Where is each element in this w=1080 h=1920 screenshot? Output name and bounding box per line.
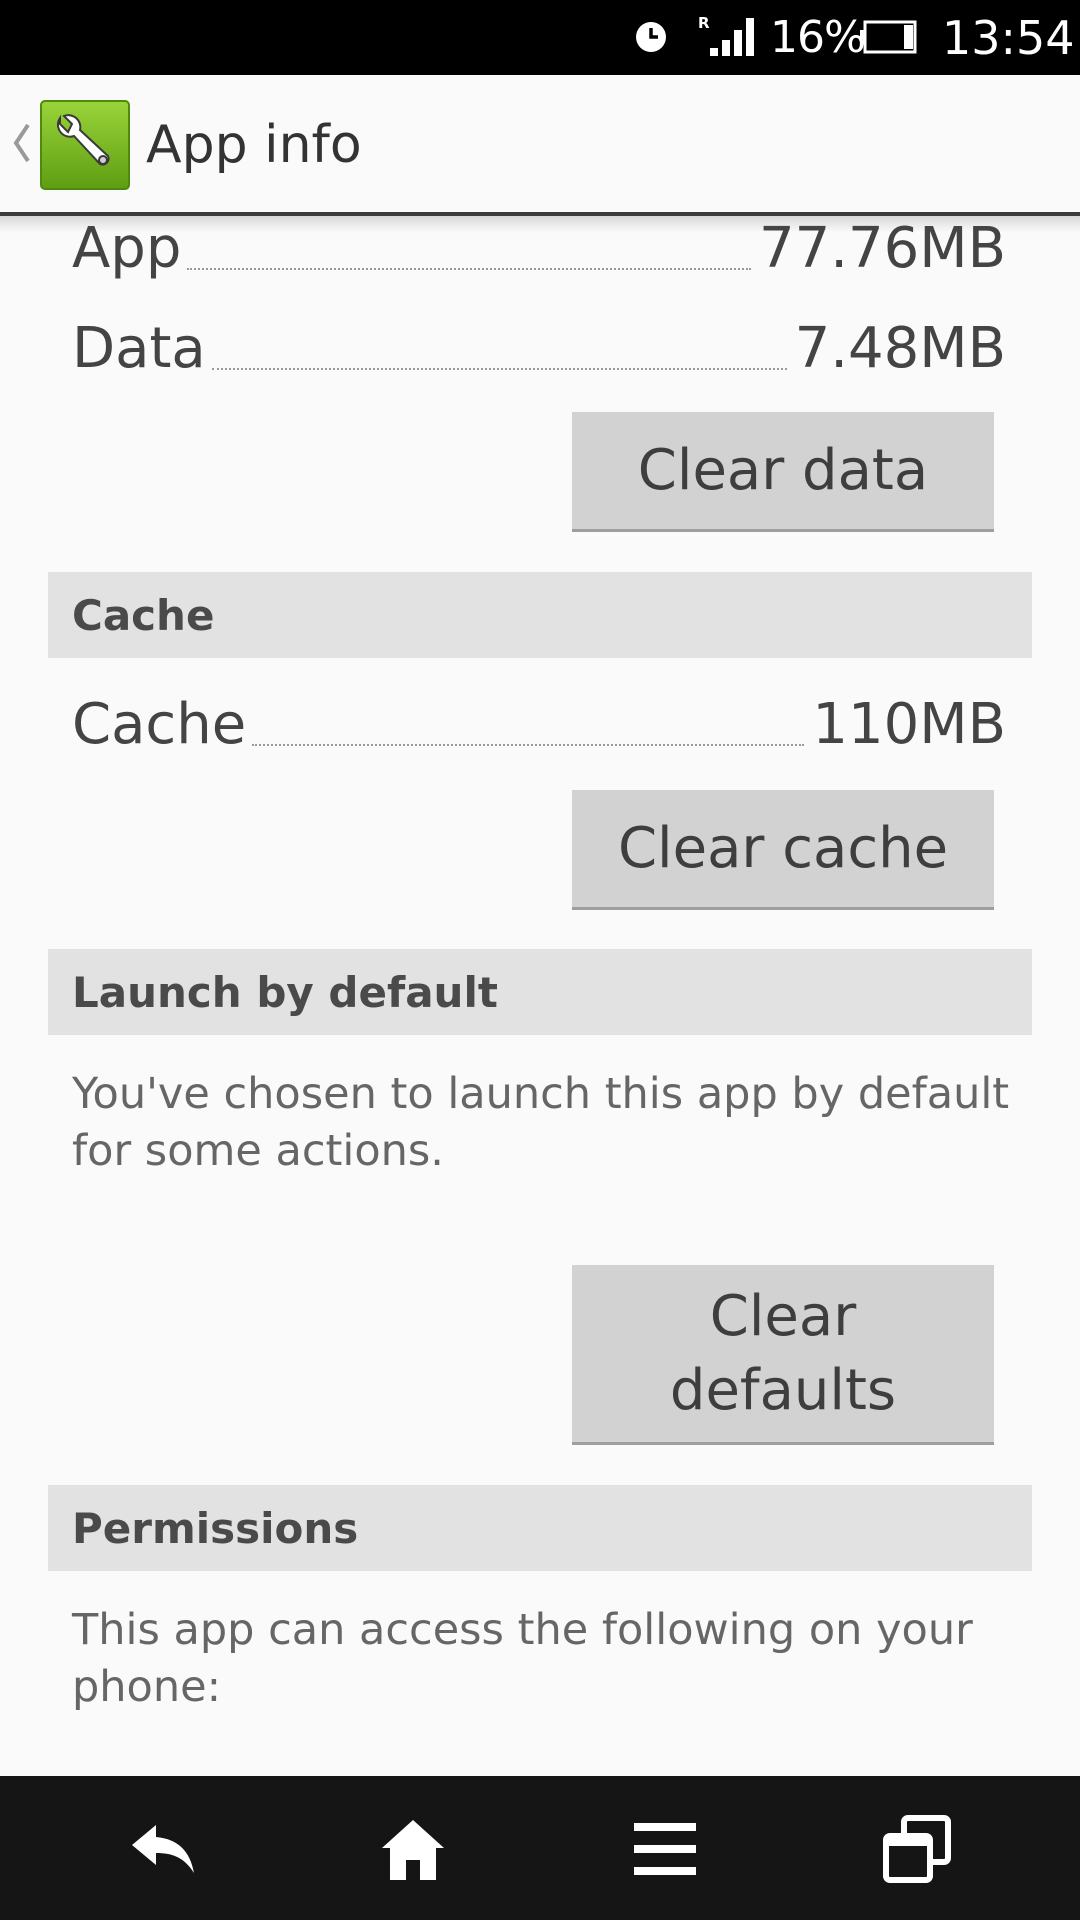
storage-app-row: App 77.76MB bbox=[72, 216, 1006, 280]
navigation-bar bbox=[0, 1776, 1080, 1920]
roaming-indicator: R bbox=[698, 14, 710, 32]
menu-icon bbox=[634, 1823, 696, 1875]
action-bar: App info bbox=[0, 75, 1080, 216]
recent-apps-button[interactable] bbox=[872, 1804, 962, 1894]
storage-data-value: 7.48MB bbox=[794, 316, 1006, 381]
storage-data-row: Data 7.48MB bbox=[72, 310, 1006, 380]
clear-defaults-button[interactable]: Clear defaults bbox=[572, 1265, 994, 1445]
section-header-launch-default: Launch by default bbox=[48, 949, 1032, 1035]
home-icon bbox=[382, 1820, 444, 1880]
battery-percent: 16% bbox=[770, 12, 866, 63]
clear-data-button[interactable]: Clear data bbox=[572, 412, 994, 532]
dotted-leader bbox=[252, 744, 805, 746]
cache-label: Cache bbox=[72, 692, 247, 757]
section-header-cache: Cache bbox=[48, 572, 1032, 658]
dotted-leader bbox=[187, 268, 751, 270]
signal-icon: R bbox=[698, 14, 754, 56]
menu-button[interactable] bbox=[620, 1804, 710, 1894]
cache-row: Cache 110MB bbox=[72, 686, 1006, 756]
back-button[interactable] bbox=[118, 1804, 208, 1894]
battery-icon bbox=[860, 20, 917, 54]
page-title: App info bbox=[146, 115, 362, 175]
up-chevron-icon[interactable] bbox=[10, 121, 32, 165]
section-header-permissions: Permissions bbox=[48, 1485, 1032, 1571]
clock: 13:54 bbox=[942, 11, 1075, 65]
recent-apps-icon bbox=[883, 1815, 951, 1883]
clear-cache-button[interactable]: Clear cache bbox=[572, 790, 994, 910]
home-button[interactable] bbox=[368, 1804, 458, 1894]
storage-app-label: App bbox=[72, 216, 182, 281]
dotted-leader bbox=[211, 368, 787, 370]
permissions-description: This app can access the following on you… bbox=[72, 1605, 973, 1712]
storage-data-label: Data bbox=[72, 316, 206, 381]
settings-wrench-icon[interactable] bbox=[40, 100, 130, 190]
cache-value: 110MB bbox=[812, 692, 1006, 757]
launch-default-description: You've chosen to launch this app by defa… bbox=[72, 1069, 1010, 1176]
status-bar: R 16% 13:54 bbox=[0, 0, 1080, 75]
alarm-icon bbox=[636, 22, 666, 52]
storage-app-value: 77.76MB bbox=[758, 216, 1006, 281]
app-info-content[interactable]: App 77.76MB Data 7.48MB Clear data Cache… bbox=[0, 216, 1080, 1776]
back-icon bbox=[132, 1825, 194, 1873]
